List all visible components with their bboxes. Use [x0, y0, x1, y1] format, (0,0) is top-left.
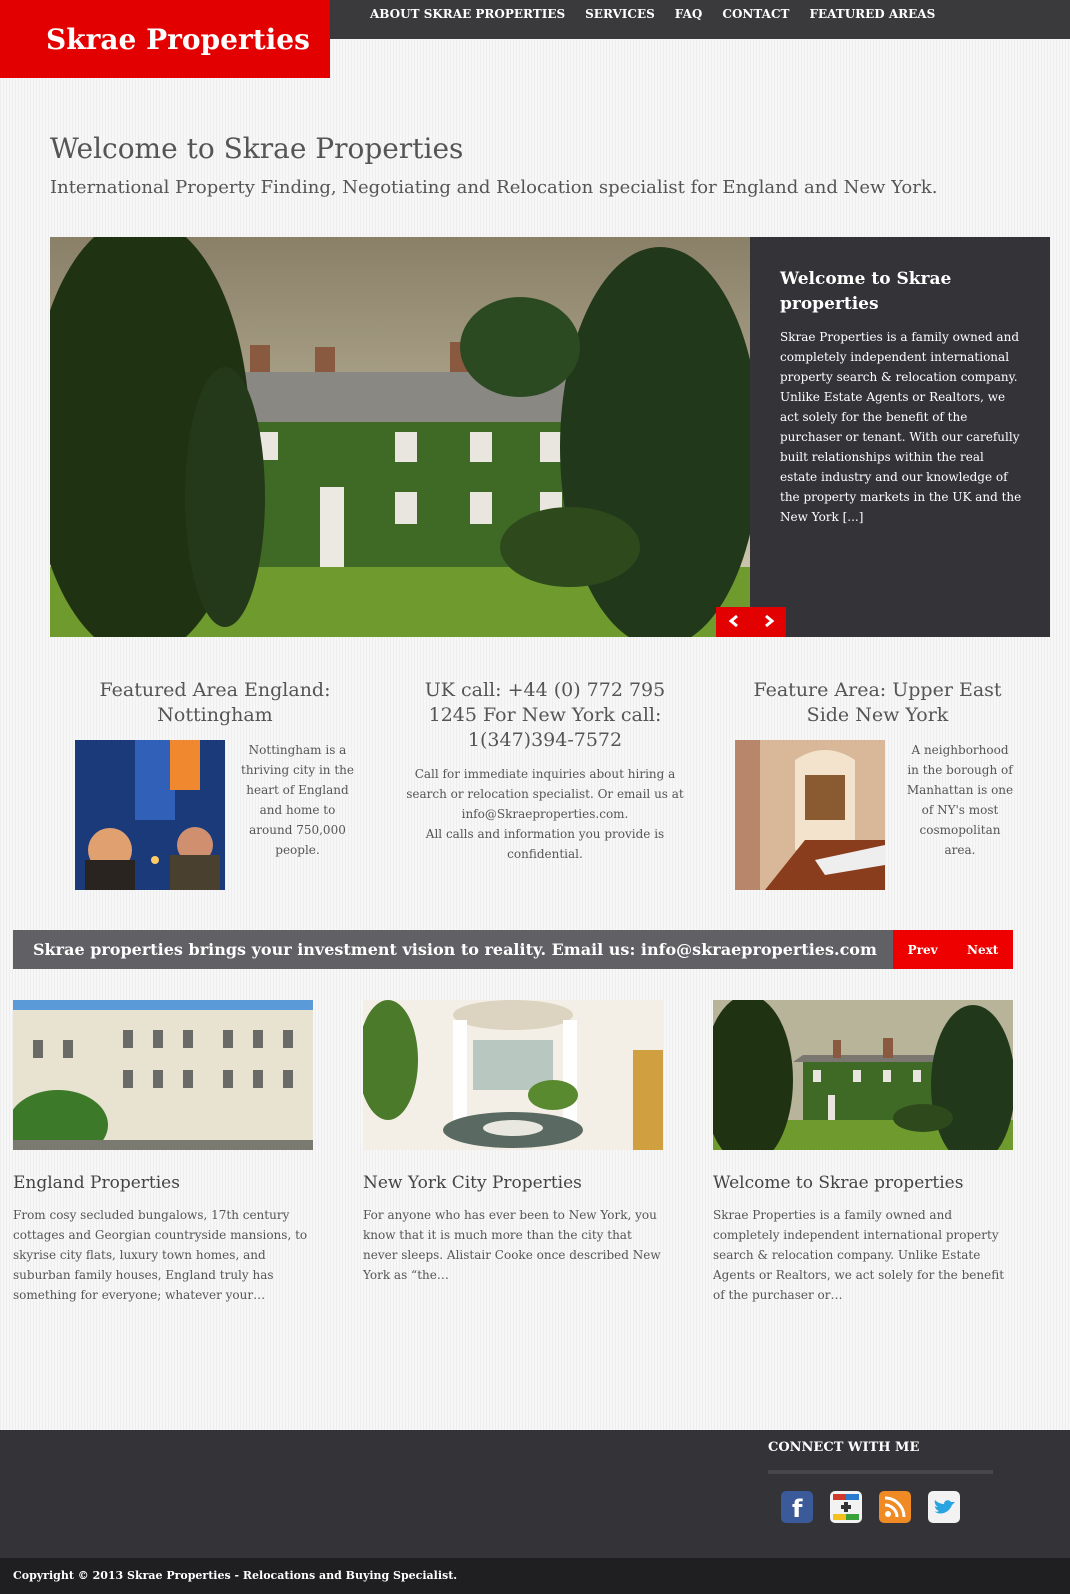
featured-newyork-text: A neighborhood in the borough of Manhatt… — [906, 743, 1014, 857]
rss-icon[interactable] — [879, 1491, 911, 1523]
post-image-england[interactable] — [13, 1000, 313, 1150]
post-image-new-york[interactable] — [363, 1000, 663, 1150]
hero-slider: Welcome to Skrae properties Skrae Proper… — [50, 237, 1050, 637]
post-card: New York City Properties For anyone who … — [363, 1000, 663, 1285]
promo-banner: Skrae properties brings your investment … — [13, 930, 893, 969]
featured-newyork-title: Feature Area: Upper East Side New York — [753, 679, 1002, 726]
banner-nav: Prev Next — [893, 930, 1013, 969]
banner-prev-button[interactable]: Prev — [908, 943, 938, 957]
main-nav: ABOUT SKRAE PROPERTIES SERVICES FAQ CONT… — [330, 0, 1070, 39]
contact-text: Call for immediate inquiries about hirin… — [400, 764, 690, 864]
contact-text-main: Call for immediate inquiries about hirin… — [406, 767, 684, 821]
featured-newyork: Feature Area: Upper East Side New York A… — [735, 678, 1020, 890]
post-title[interactable]: Welcome to Skrae properties — [713, 1173, 1013, 1193]
post-card: Welcome to Skrae properties Skrae Proper… — [713, 1000, 1013, 1305]
slider-arrows — [716, 607, 786, 637]
chevron-left-icon[interactable] — [728, 613, 740, 632]
contact-info: UK call: +44 (0) 772 795 1245 For New Yo… — [400, 678, 690, 861]
page-subtitle: International Property Finding, Negotiat… — [50, 177, 938, 198]
nav-contact[interactable]: CONTACT — [722, 0, 789, 28]
copyright: Copyright © 2013 Skrae Properties - Relo… — [0, 1558, 1070, 1594]
banner-next-button[interactable]: Next — [967, 943, 998, 957]
nav-about[interactable]: ABOUT SKRAE PROPERTIES — [370, 0, 565, 28]
slide-caption: Welcome to Skrae properties Skrae Proper… — [750, 237, 1050, 637]
featured-england-text: Nottingham is a thriving city in the hea… — [241, 743, 354, 857]
post-excerpt: Skrae Properties is a family owned and c… — [713, 1208, 1005, 1302]
site-logo[interactable]: Skrae Properties — [0, 0, 330, 78]
featured-england-title: Featured Area England: Nottingham — [99, 679, 331, 726]
nav-featured-areas[interactable]: FEATURED AREAS — [809, 0, 935, 28]
upper-east-side-image[interactable] — [735, 740, 885, 890]
promo-banner-text: Skrae properties brings your investment … — [33, 940, 877, 959]
twitter-icon[interactable] — [928, 1491, 960, 1523]
featured-england: Featured Area England: Nottingham Nottin… — [75, 678, 355, 890]
nottingham-image[interactable] — [75, 740, 225, 890]
google-plus-icon[interactable] — [830, 1491, 862, 1523]
connect-title: CONNECT WITH ME — [768, 1440, 920, 1455]
post-excerpt: For anyone who has ever been to New York… — [363, 1208, 661, 1282]
post-title[interactable]: New York City Properties — [363, 1173, 663, 1193]
slide-caption-title: Welcome to Skrae properties — [780, 269, 952, 314]
slide-caption-text: Skrae Properties is a family owned and c… — [780, 330, 1022, 524]
site-logo-text: Skrae Properties — [46, 22, 310, 56]
post-title[interactable]: England Properties — [13, 1173, 313, 1193]
nav-services[interactable]: SERVICES — [585, 0, 655, 28]
nav-faq[interactable]: FAQ — [675, 0, 703, 28]
post-card: England Properties From cosy secluded bu… — [13, 1000, 313, 1305]
facebook-icon[interactable]: f — [781, 1491, 813, 1523]
post-image-manor-house[interactable] — [713, 1000, 1013, 1150]
contact-text-confidential: All calls and information you provide is… — [425, 827, 665, 861]
post-excerpt: From cosy secluded bungalows, 17th centu… — [13, 1208, 308, 1302]
page-title: Welcome to Skrae Properties — [50, 132, 464, 165]
slide-image-manor-house[interactable] — [50, 237, 750, 637]
chevron-right-icon[interactable] — [763, 613, 775, 632]
contact-phone-title: UK call: +44 (0) 772 795 1245 For New Yo… — [424, 679, 666, 751]
connect-divider — [768, 1470, 993, 1474]
svg-text:f: f — [792, 1495, 803, 1523]
